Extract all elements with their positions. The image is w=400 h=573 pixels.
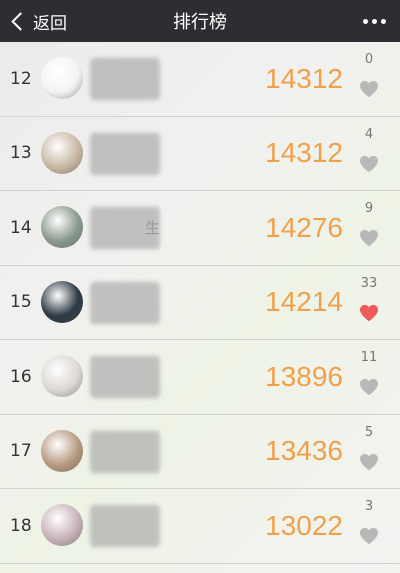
leaderboard-row[interactable]: 12 14312 0: [0, 42, 400, 117]
blurred-username: [90, 356, 160, 398]
avatar[interactable]: [41, 429, 83, 472]
rank-number: 16: [10, 366, 32, 387]
avatar[interactable]: [41, 504, 83, 546]
leaderboard-row[interactable]: 13 14312 4: [0, 117, 400, 191]
navigation-bar: 返回 排行榜: [0, 0, 400, 42]
step-count: 13022: [265, 509, 343, 541]
leaderboard-list: 12 14312 0 13 14312 4 14 生 14276 9 15 14…: [0, 42, 400, 564]
step-count: 13896: [265, 360, 343, 392]
blurred-username: [90, 58, 160, 100]
avatar[interactable]: [41, 206, 83, 248]
rank-number: 12: [10, 68, 32, 89]
like-count: 9: [364, 201, 374, 216]
like-count: 0: [364, 52, 374, 67]
leaderboard-row[interactable]: 14 生 14276 9: [0, 191, 400, 266]
avatar[interactable]: [41, 57, 83, 99]
rank-number: 17: [10, 441, 32, 462]
leaderboard-row[interactable]: 18 13022 3: [0, 489, 400, 564]
rank-number: 13: [10, 143, 32, 164]
back-label: 返回: [33, 13, 67, 34]
blurred-username: [90, 281, 160, 324]
like-count: 11: [360, 350, 378, 365]
blurred-username: [90, 132, 160, 175]
username-fragment: 生: [145, 219, 161, 238]
chevron-left-icon: [11, 11, 30, 31]
blurred-username: [90, 505, 160, 547]
rank-number: 14: [10, 217, 32, 238]
heart-icon[interactable]: [359, 378, 379, 396]
like-count: 3: [364, 499, 374, 514]
step-count: 14276: [265, 211, 343, 243]
like-count: 33: [360, 275, 378, 291]
step-count: 14214: [265, 286, 343, 318]
step-count: 14312: [265, 62, 343, 94]
heart-icon[interactable]: [359, 155, 379, 173]
heart-icon[interactable]: [359, 229, 379, 247]
rank-number: 15: [10, 292, 32, 313]
leaderboard-row[interactable]: 16 13896 11: [0, 340, 400, 415]
blurred-username: [90, 430, 160, 473]
like-count: 4: [364, 126, 374, 142]
step-count: 14312: [265, 137, 343, 169]
more-menu-button[interactable]: [363, 0, 386, 42]
more-dots-icon: [363, 18, 368, 24]
avatar[interactable]: [41, 131, 83, 174]
leaderboard-row[interactable]: 17 13436 5: [0, 415, 400, 489]
avatar[interactable]: [41, 355, 83, 397]
heart-icon[interactable]: [359, 527, 379, 545]
rank-number: 18: [10, 515, 32, 536]
avatar[interactable]: [41, 280, 83, 323]
heart-icon[interactable]: [359, 304, 379, 322]
step-count: 13436: [265, 435, 343, 467]
leaderboard-row[interactable]: 15 14214 33: [0, 266, 400, 340]
back-button[interactable]: 返回: [0, 0, 67, 42]
like-count: 5: [364, 424, 374, 440]
heart-icon[interactable]: [359, 80, 379, 98]
heart-icon[interactable]: [359, 453, 379, 471]
